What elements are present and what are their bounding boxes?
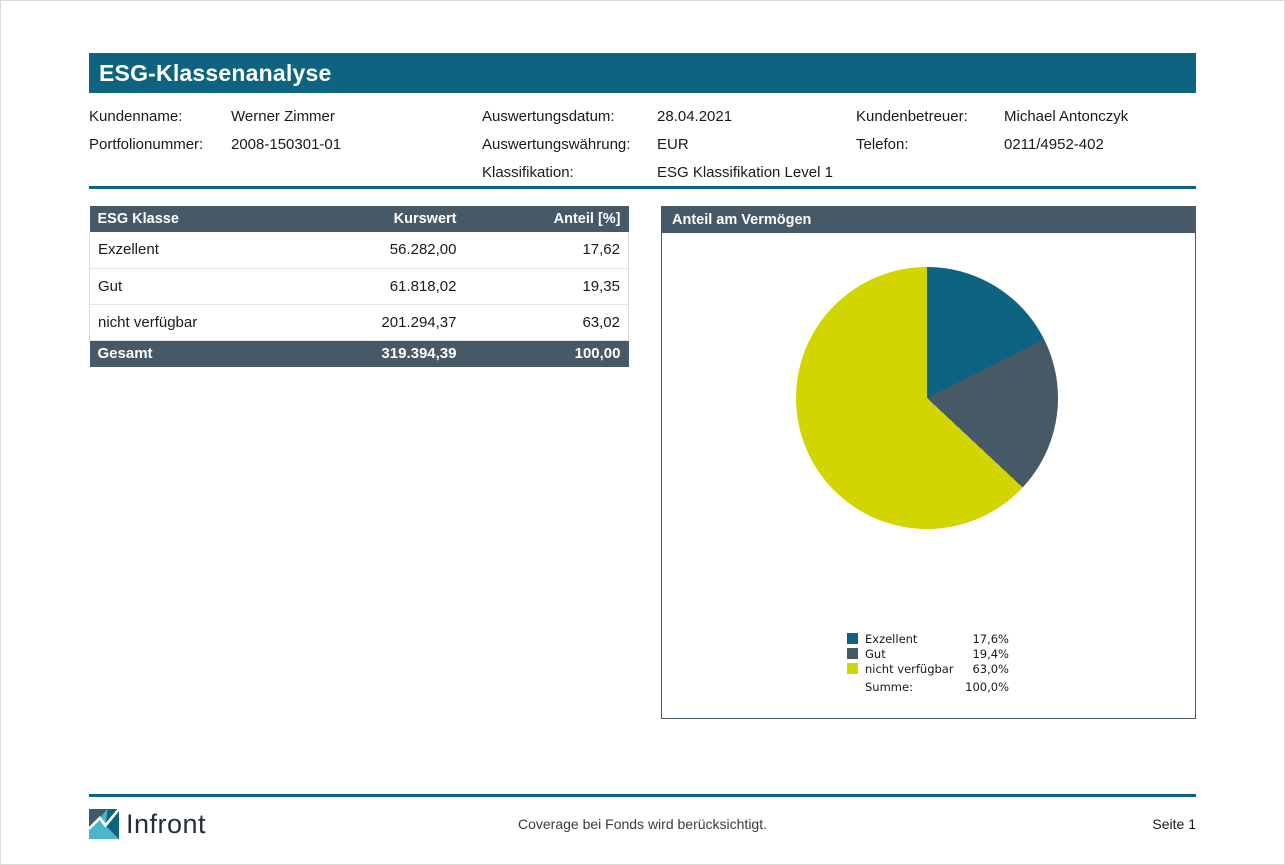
info-row: Auswertungswährung: EUR	[482, 131, 856, 159]
legend-row: nicht verfügbar63,0%	[847, 661, 1009, 676]
field-label-auswertungswaehrung: Auswertungswährung:	[482, 131, 657, 159]
info-column-customer: Kundenname: Werner Zimmer Portfolionumme…	[89, 103, 482, 186]
esg-class-table: ESG Klasse Kurswert Anteil [%] Exzellent…	[89, 206, 629, 367]
field-label-kundenname: Kundenname:	[89, 103, 231, 131]
legend-row: Exzellent17,6%	[847, 631, 1009, 646]
legend-label: Exzellent	[865, 632, 972, 646]
legend-label: nicht verfügbar	[865, 662, 972, 676]
field-value-telefon: 0211/4952-402	[1004, 131, 1104, 159]
table-row: Gut61.818,0219,35	[90, 268, 629, 304]
legend-row: Gut19,4%	[847, 646, 1009, 661]
report-content: ESG-Klassenanalyse Kundenname: Werner Zi…	[89, 53, 1196, 719]
info-row: Telefon: 0211/4952-402	[856, 131, 1196, 159]
legend-value: 17,6%	[972, 632, 1009, 646]
legend-swatch	[847, 633, 858, 644]
field-label-kundenbetreuer: Kundenbetreuer:	[856, 103, 1004, 131]
info-row: Klassifikation: ESG Klassifikation Level…	[482, 159, 856, 187]
chart-panel-title: Anteil am Vermögen	[662, 207, 1195, 233]
legend-value: 63,0%	[972, 662, 1009, 676]
table-total-row: Gesamt 319.394,39 100,00	[90, 340, 629, 367]
info-column-betreuer: Kundenbetreuer: Michael Antonczyk Telefo…	[856, 103, 1196, 186]
legend-value: 19,4%	[972, 647, 1009, 661]
info-row: Auswertungsdatum: 28.04.2021	[482, 103, 856, 131]
footer-note: Coverage bei Fonds wird berücksichtigt.	[518, 816, 767, 832]
esg-class-cell: Gut	[90, 268, 340, 304]
field-value-klassifikation: ESG Klassifikation Level 1	[657, 159, 833, 187]
infront-logo-text: Infront	[126, 809, 206, 840]
legend-label: Summe:	[865, 680, 965, 694]
chart-panel: Anteil am Vermögen Exzellent17,6%Gut19,4…	[661, 206, 1196, 719]
field-value-auswertungswaehrung: EUR	[657, 131, 689, 159]
table-row: nicht verfügbar201.294,3763,02	[90, 304, 629, 340]
pie-chart	[796, 267, 1058, 529]
table-row: Exzellent56.282,0017,62	[90, 232, 629, 268]
page-number: Seite 1	[1152, 816, 1196, 832]
infront-logo-icon	[89, 809, 119, 839]
column-header-esg-klasse: ESG Klasse	[90, 206, 340, 232]
esg-class-cell: Exzellent	[90, 232, 340, 268]
field-value-kundenbetreuer: Michael Antonczyk	[1004, 103, 1128, 131]
kurswert-cell: 201.294,37	[340, 304, 465, 340]
field-label-portfolionummer: Portfolionummer:	[89, 131, 231, 159]
report-title-bar: ESG-Klassenanalyse	[89, 53, 1196, 93]
report-page: { "title": "ESG-Klassenanalyse", "info":…	[0, 0, 1285, 865]
info-row: Portfolionummer: 2008-150301-01	[89, 131, 482, 159]
table-header-row: ESG Klasse Kurswert Anteil [%]	[90, 206, 629, 232]
esg-table-foot: Gesamt 319.394,39 100,00	[90, 340, 629, 367]
anteil-cell: 17,62	[465, 232, 629, 268]
kurswert-cell: 56.282,00	[340, 232, 465, 268]
chart-legend: Exzellent17,6%Gut19,4%nicht verfügbar63,…	[847, 631, 1009, 694]
main-section: ESG Klasse Kurswert Anteil [%] Exzellent…	[89, 206, 1196, 719]
field-label-klassifikation: Klassifikation:	[482, 159, 657, 187]
esg-table-body: Exzellent56.282,0017,62Gut61.818,0219,35…	[90, 232, 629, 340]
column-header-kurswert: Kurswert	[340, 206, 465, 232]
info-column-auswertung: Auswertungsdatum: 28.04.2021 Auswertungs…	[482, 103, 856, 186]
field-value-portfolionummer: 2008-150301-01	[231, 131, 341, 159]
total-kurswert-cell: 319.394,39	[340, 340, 465, 367]
page-footer: Infront Coverage bei Fonds wird berücksi…	[89, 794, 1196, 850]
total-label-cell: Gesamt	[90, 340, 340, 367]
page-title: ESG-Klassenanalyse	[89, 60, 331, 87]
field-label-auswertungsdatum: Auswertungsdatum:	[482, 103, 657, 131]
infront-logo: Infront	[89, 809, 206, 840]
anteil-cell: 63,02	[465, 304, 629, 340]
footer-divider	[89, 794, 1196, 797]
field-value-kundenname: Werner Zimmer	[231, 103, 335, 131]
total-anteil-cell: 100,00	[465, 340, 629, 367]
legend-swatch	[847, 648, 858, 659]
anteil-cell: 19,35	[465, 268, 629, 304]
field-label-telefon: Telefon:	[856, 131, 1004, 159]
column-header-anteil: Anteil [%]	[465, 206, 629, 232]
field-value-auswertungsdatum: 28.04.2021	[657, 103, 732, 131]
kurswert-cell: 61.818,02	[340, 268, 465, 304]
legend-label: Gut	[865, 647, 972, 661]
legend-row: Summe:100,0%	[847, 679, 1009, 694]
footer-row: Infront Coverage bei Fonds wird berücksi…	[89, 798, 1196, 850]
info-row: Kundenname: Werner Zimmer	[89, 103, 482, 131]
info-row: Kundenbetreuer: Michael Antonczyk	[856, 103, 1196, 131]
legend-value: 100,0%	[965, 680, 1009, 694]
customer-info-section: Kundenname: Werner Zimmer Portfolionumme…	[89, 93, 1196, 186]
esg-table-head: ESG Klasse Kurswert Anteil [%]	[90, 206, 629, 232]
esg-class-cell: nicht verfügbar	[90, 304, 340, 340]
legend-swatch	[847, 663, 858, 674]
